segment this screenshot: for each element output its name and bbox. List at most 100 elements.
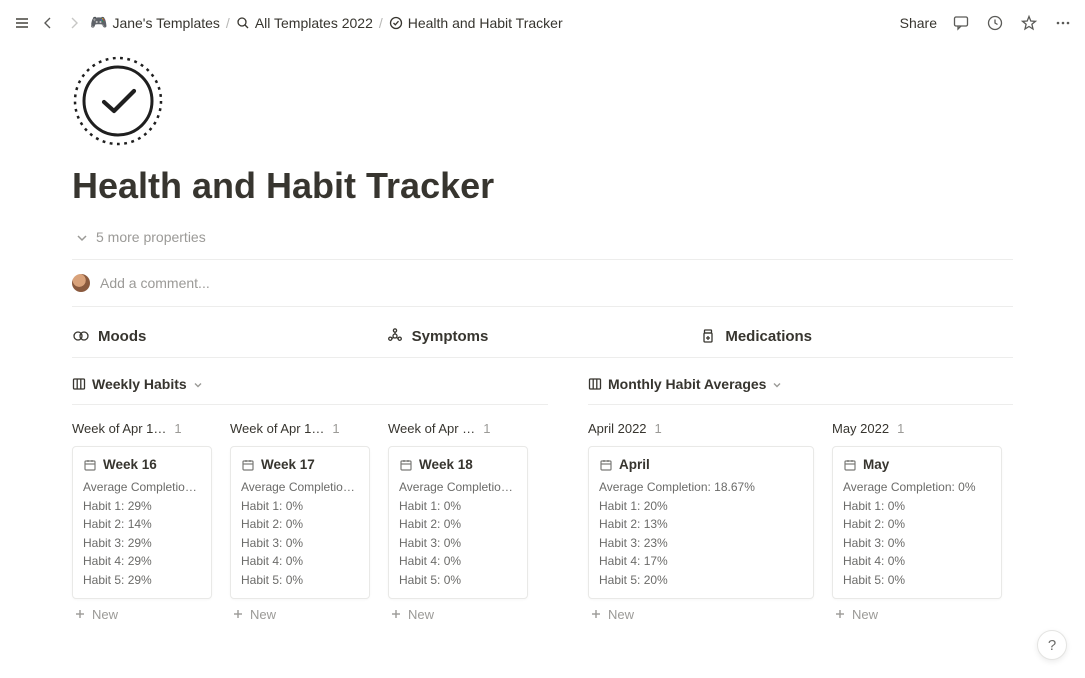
board-monthly-header[interactable]: Monthly Habit Averages (588, 376, 1013, 405)
card-line: Habit 3: 0% (843, 534, 991, 553)
monthly-card-1-title: May (863, 457, 889, 472)
weekly-card-1[interactable]: Week 17 Average Completion: 0% Habit 1: … (230, 446, 370, 599)
breadcrumb-sep: / (226, 15, 230, 31)
card-line: Habit 4: 17% (599, 552, 803, 571)
weekly-col-2-count: 1 (483, 421, 490, 436)
topbar: 🎮 Jane's Templates / All Templates 2022 … (0, 0, 1085, 45)
card-line: Habit 3: 0% (399, 534, 517, 553)
card-line: Habit 4: 0% (399, 552, 517, 571)
card-line: Habit 2: 0% (399, 515, 517, 534)
card-line: Habit 4: 0% (843, 552, 991, 571)
plus-icon (834, 608, 846, 620)
more-properties-label: 5 more properties (96, 229, 206, 245)
card-line: Average Completion: 18.67% (599, 478, 803, 497)
monthly-col-0-count: 1 (655, 421, 662, 436)
weekly-col-1-count: 1 (332, 421, 339, 436)
new-label: New (92, 607, 118, 622)
weekly-col-0-title: Week of Apr 1… (72, 421, 166, 436)
breadcrumb-item-0[interactable]: 🎮 Jane's Templates (90, 14, 220, 31)
board-monthly-title: Monthly Habit Averages (608, 376, 766, 392)
board-icon (72, 377, 86, 391)
monthly-col-1-title: May 2022 (832, 421, 889, 436)
weekly-col-1-new[interactable]: New (230, 599, 370, 622)
link-medications-label: Medications (725, 328, 812, 345)
plus-icon (390, 608, 402, 620)
star-icon[interactable] (1019, 13, 1039, 33)
weekly-col-0: Week of Apr 1… 1 Week 16 Average Complet… (72, 417, 212, 622)
monthly-col-1-head[interactable]: May 2022 1 (832, 417, 1002, 446)
weekly-col-1: Week of Apr 1… 1 Week 17 Average Complet… (230, 417, 370, 622)
help-button[interactable]: ? (1037, 630, 1067, 660)
weekly-col-0-count: 1 (174, 421, 181, 436)
breadcrumb-label-2: Health and Habit Tracker (408, 15, 563, 31)
card-line: Habit 3: 23% (599, 534, 803, 553)
weekly-col-2-head[interactable]: Week of Apr … 1 (388, 417, 528, 446)
card-line: Habit 4: 0% (241, 552, 359, 571)
section-links: Moods Symptoms Medications (72, 307, 1013, 358)
calendar-icon (241, 458, 255, 472)
breadcrumb-sep: / (379, 15, 383, 31)
card-line: Habit 5: 29% (83, 571, 201, 590)
card-line: Habit 1: 29% (83, 497, 201, 516)
topbar-right: Share (900, 13, 1073, 33)
more-properties-toggle[interactable]: 5 more properties (72, 225, 1013, 260)
clock-icon[interactable] (985, 13, 1005, 33)
avatar (72, 274, 90, 292)
breadcrumb-label-0: Jane's Templates (112, 15, 219, 31)
monthly-col-1-new[interactable]: New (832, 599, 1002, 622)
weekly-card-2-title: Week 18 (419, 457, 473, 472)
calendar-icon (83, 458, 97, 472)
plus-icon (74, 608, 86, 620)
monthly-col-0-title: April 2022 (588, 421, 647, 436)
card-line: Habit 4: 29% (83, 552, 201, 571)
hamburger-icon[interactable] (12, 13, 32, 33)
new-label: New (250, 607, 276, 622)
share-button[interactable]: Share (900, 15, 937, 31)
board-weekly-title: Weekly Habits (92, 376, 187, 392)
page-title[interactable]: Health and Habit Tracker (72, 165, 1013, 207)
monthly-col-0-new[interactable]: New (588, 599, 814, 622)
chevron-down-icon (76, 232, 88, 244)
weekly-col-1-title: Week of Apr 1… (230, 421, 324, 436)
card-line: Habit 3: 29% (83, 534, 201, 553)
card-line: Habit 2: 13% (599, 515, 803, 534)
board-weekly-columns: Week of Apr 1… 1 Week 16 Average Complet… (72, 405, 548, 622)
card-line: Average Completion: 0% (241, 478, 359, 497)
weekly-col-2-new[interactable]: New (388, 599, 528, 622)
card-line: Average Completion: 0% (843, 478, 991, 497)
comment-input[interactable]: Add a comment... (100, 275, 1013, 291)
link-symptoms[interactable]: Symptoms (386, 327, 700, 345)
link-moods-label: Moods (98, 328, 146, 345)
monthly-card-0[interactable]: April Average Completion: 18.67% Habit 1… (588, 446, 814, 599)
link-moods[interactable]: Moods (72, 327, 386, 345)
weekly-col-2: Week of Apr … 1 Week 18 Average Completi… (388, 417, 528, 622)
card-line: Habit 1: 20% (599, 497, 803, 516)
weekly-card-0-title: Week 16 (103, 457, 157, 472)
monthly-col-0: April 2022 1 April Average Completion: 1… (588, 417, 814, 622)
weekly-col-1-head[interactable]: Week of Apr 1… 1 (230, 417, 370, 446)
more-icon[interactable] (1053, 13, 1073, 33)
topbar-left: 🎮 Jane's Templates / All Templates 2022 … (12, 13, 563, 33)
weekly-col-0-head[interactable]: Week of Apr 1… 1 (72, 417, 212, 446)
board-weekly-header[interactable]: Weekly Habits (72, 376, 548, 405)
weekly-col-0-new[interactable]: New (72, 599, 212, 622)
back-icon[interactable] (38, 13, 58, 33)
weekly-card-2[interactable]: Week 18 Average Completion: 0% Habit 1: … (388, 446, 528, 599)
monthly-card-1[interactable]: May Average Completion: 0% Habit 1: 0% H… (832, 446, 1002, 599)
plus-icon (590, 608, 602, 620)
monthly-col-1-count: 1 (897, 421, 904, 436)
card-line: Habit 5: 0% (241, 571, 359, 590)
weekly-card-0[interactable]: Week 16 Average Completion: 25.71% Habit… (72, 446, 212, 599)
forward-icon[interactable] (64, 13, 84, 33)
page-icon[interactable] (72, 55, 164, 147)
monthly-card-0-title: April (619, 457, 650, 472)
comments-icon[interactable] (951, 13, 971, 33)
check-circle-icon (389, 16, 403, 30)
link-medications[interactable]: Medications (699, 327, 1013, 345)
card-line: Habit 5: 0% (843, 571, 991, 590)
breadcrumb-item-2[interactable]: Health and Habit Tracker (389, 15, 563, 31)
monthly-col-0-head[interactable]: April 2022 1 (588, 417, 814, 446)
breadcrumb-item-1[interactable]: All Templates 2022 (236, 15, 373, 31)
board-monthly-columns: April 2022 1 April Average Completion: 1… (588, 405, 1013, 622)
breadcrumb: 🎮 Jane's Templates / All Templates 2022 … (90, 14, 563, 31)
